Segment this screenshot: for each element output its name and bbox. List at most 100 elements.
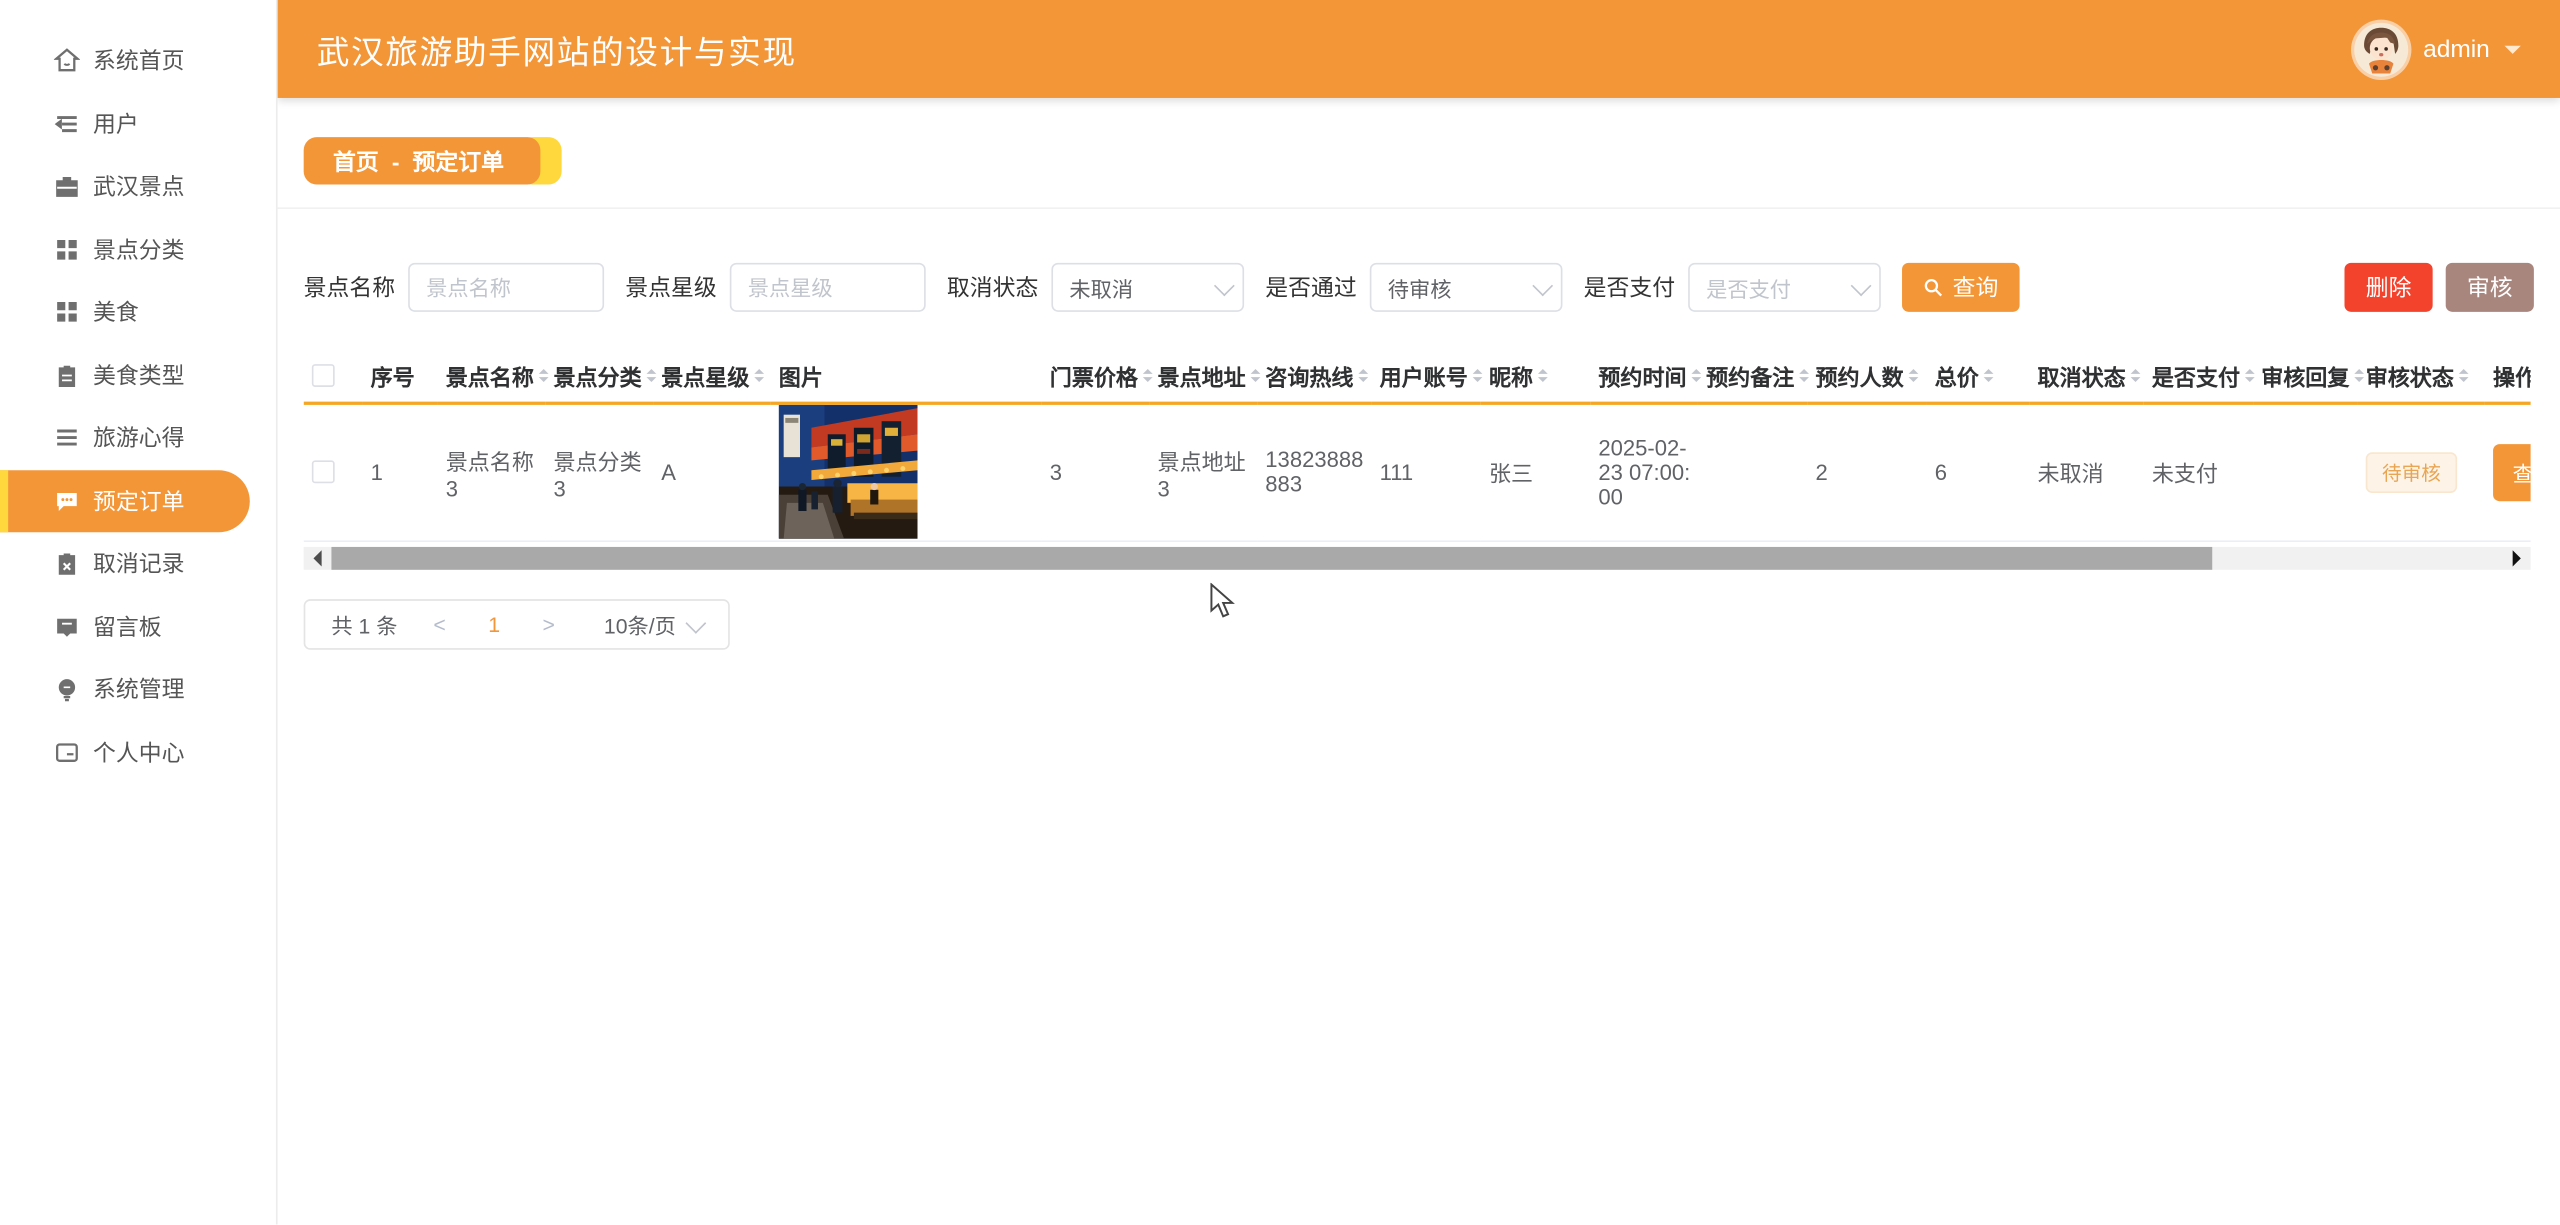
sidebar-item-users[interactable]: 用户 — [0, 92, 276, 155]
sort-caret-icon[interactable] — [1691, 363, 1701, 386]
filter-star-input[interactable] — [730, 263, 926, 312]
col-nickname[interactable]: 昵称 — [1489, 358, 1533, 391]
sidebar-item-bookings[interactable]: 预定订单 — [0, 469, 250, 532]
page-size-select[interactable]: 10条/页 — [604, 608, 702, 639]
page-number[interactable]: 1 — [488, 611, 500, 635]
sort-caret-icon[interactable] — [647, 363, 657, 386]
col-remark[interactable]: 预约备注 — [1706, 358, 1794, 391]
sort-caret-icon[interactable] — [1473, 363, 1483, 386]
query-button[interactable]: 查询 — [1902, 263, 2020, 312]
sidebar-item-label: 系统管理 — [93, 673, 184, 706]
cell-index: 1 — [362, 403, 437, 540]
col-total[interactable]: 总价 — [1935, 358, 1979, 391]
sort-caret-icon[interactable] — [1538, 363, 1548, 386]
sort-caret-icon[interactable] — [1909, 363, 1919, 386]
sidebar-item-profile[interactable]: 个人中心 — [0, 721, 276, 784]
sort-caret-icon[interactable] — [1984, 363, 1994, 386]
list-icon — [54, 111, 80, 137]
sort-caret-icon[interactable] — [2245, 363, 2255, 386]
sort-caret-icon[interactable] — [1251, 363, 1261, 386]
col-reply[interactable]: 审核回复 — [2261, 358, 2349, 391]
filter-pass-label: 是否通过 — [1265, 271, 1356, 304]
chevron-down-icon — [1851, 275, 1872, 296]
sidebar-item-attractions[interactable]: 武汉景点 — [0, 155, 276, 218]
col-pay[interactable]: 是否支付 — [2152, 358, 2240, 391]
sidebar-item-label: 用户 — [93, 107, 139, 140]
select-all-checkbox[interactable] — [312, 363, 335, 386]
sidebar-item-food-types[interactable]: 美食类型 — [0, 344, 276, 407]
col-hotline[interactable]: 咨询热线 — [1265, 358, 1353, 391]
next-page-button[interactable]: > — [543, 611, 555, 635]
col-name[interactable]: 景点名称 — [446, 358, 534, 391]
row-checkbox[interactable] — [312, 461, 335, 484]
sort-caret-icon[interactable] — [2459, 363, 2469, 386]
cell-time: 2025-02-23 07:00:00 — [1590, 403, 1698, 540]
cell-nickname: 张三 — [1481, 403, 1590, 540]
lightbulb-icon — [54, 676, 80, 702]
col-image: 图片 — [779, 358, 823, 391]
col-people[interactable]: 预约人数 — [1816, 358, 1904, 391]
sort-caret-icon[interactable] — [2354, 363, 2364, 386]
sidebar-item-message-board[interactable]: 留言板 — [0, 595, 276, 658]
sort-caret-icon[interactable] — [539, 363, 549, 386]
sort-caret-icon[interactable] — [1143, 363, 1153, 386]
sidebar-item-travel-notes[interactable]: 旅游心得 — [0, 407, 276, 470]
audit-button[interactable]: 审核 — [2446, 263, 2534, 312]
sidebar-item-home[interactable]: 系统首页 — [0, 29, 276, 92]
chevron-down-icon — [685, 612, 706, 633]
sort-caret-icon[interactable] — [2131, 363, 2141, 386]
grid-icon — [54, 299, 80, 325]
col-category[interactable]: 景点分类 — [553, 358, 641, 391]
horizontal-scrollbar[interactable] — [304, 546, 2531, 569]
attraction-photo[interactable] — [779, 405, 918, 539]
sidebar-item-attraction-categories[interactable]: 景点分类 — [0, 218, 276, 281]
sidebar-item-label: 景点分类 — [93, 233, 184, 266]
col-status[interactable]: 审核状态 — [2366, 358, 2454, 391]
sidebar-item-system-manage[interactable]: 系统管理 — [0, 658, 276, 721]
sidebar-item-label: 系统首页 — [93, 44, 184, 77]
scroll-right-icon[interactable] — [2506, 546, 2529, 569]
breadcrumb-current: 预定订单 — [413, 144, 504, 177]
col-star[interactable]: 景点星级 — [661, 358, 749, 391]
filter-star-label: 景点星级 — [625, 271, 716, 304]
sort-caret-icon[interactable] — [1358, 363, 1368, 386]
cell-people: 2 — [1807, 403, 1926, 540]
col-account[interactable]: 用户账号 — [1380, 358, 1468, 391]
breadcrumb-home[interactable]: 首页 — [333, 144, 379, 177]
scrollbar-thumb[interactable] — [331, 546, 2212, 569]
profile-card-icon — [54, 739, 80, 765]
sidebar-item-cancel-records[interactable]: 取消记录 — [0, 532, 276, 595]
filter-pass-select[interactable]: 待审核 — [1370, 263, 1563, 312]
clipboard-x-icon — [54, 551, 80, 577]
list-icon — [54, 425, 80, 451]
breadcrumb-separator: - — [392, 148, 400, 174]
delete-button[interactable]: 删除 — [2344, 263, 2432, 312]
cell-name: 景点名称3 — [438, 403, 546, 540]
filter-cancel-select[interactable]: 未取消 — [1051, 263, 1244, 312]
sort-caret-icon[interactable] — [1799, 363, 1809, 386]
breadcrumb: 首页 - 预定订单 — [304, 137, 540, 184]
table-row: 1 景点名称3 景点分类3 A — [304, 403, 2531, 540]
clipboard-icon — [54, 362, 80, 388]
table-header-row: 序号 景点名称 景点分类 景点星级 图片 门票价格 景点地址 咨询热线 用户账号… — [304, 348, 2531, 404]
col-address[interactable]: 景点地址 — [1158, 358, 1246, 391]
user-menu[interactable]: admin — [2355, 22, 2521, 76]
filter-pay-select[interactable]: 是否支付 — [1688, 263, 1881, 312]
sidebar-item-label: 美食类型 — [93, 359, 184, 392]
user-avatar[interactable] — [2355, 22, 2409, 76]
scroll-left-icon[interactable] — [305, 546, 328, 569]
sidebar-item-food[interactable]: 美食 — [0, 281, 276, 344]
filter-name-label: 景点名称 — [304, 271, 395, 304]
filter-cancel-value: 未取消 — [1069, 272, 1133, 303]
chevron-down-icon — [1214, 275, 1235, 296]
col-time[interactable]: 预约时间 — [1598, 358, 1686, 391]
cell-address: 景点地址3 — [1149, 403, 1257, 540]
col-cancel[interactable]: 取消状态 — [2038, 358, 2126, 391]
col-price[interactable]: 门票价格 — [1050, 358, 1138, 391]
prev-page-button[interactable]: < — [433, 611, 445, 635]
col-index: 序号 — [371, 358, 415, 391]
pagination: 共 1 条 < 1 > 10条/页 — [304, 598, 730, 649]
view-button[interactable]: 查看 — [2493, 444, 2531, 501]
sort-caret-icon[interactable] — [754, 363, 764, 386]
filter-name-input[interactable] — [408, 263, 604, 312]
